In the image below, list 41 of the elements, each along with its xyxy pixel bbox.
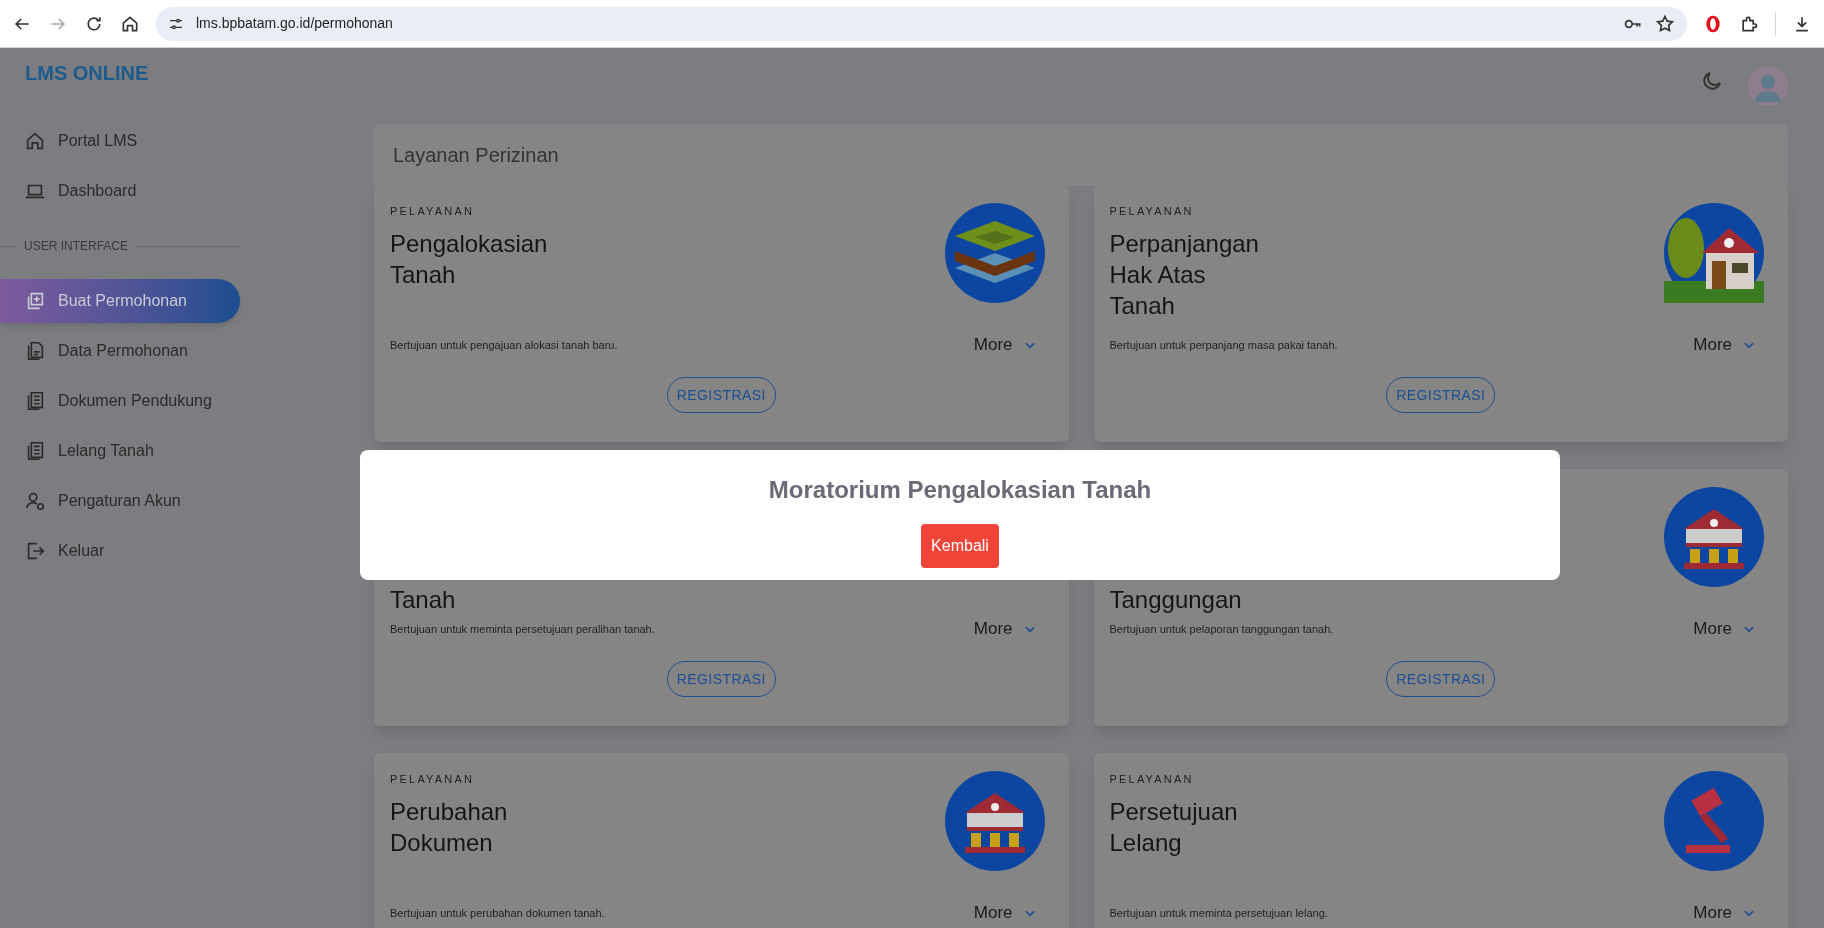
sidebar-item[interactable]: Data Permohonan — [0, 329, 240, 373]
sidebar-item[interactable]: Buat Permohonan — [0, 279, 240, 323]
back-button[interactable]: Kembali — [921, 524, 999, 568]
section-title: Layanan Perizinan — [393, 143, 559, 168]
address-bar[interactable]: lms.bpbatam.go.id/permohonan — [156, 6, 1687, 41]
card-description: Bertujuan untuk pengajuan alokasi tanah baru. — [390, 337, 618, 353]
card-description: Bertujuan untuk meminta persetujuan peralihan tanah. — [390, 621, 655, 637]
more-toggle[interactable]: More — [1693, 616, 1756, 642]
sidebar-item[interactable]: Lelang Tanah — [0, 429, 240, 473]
sidebar-item[interactable]: Pengaturan Akun — [0, 479, 240, 523]
url-text: lms.bpbatam.go.id/permohonan — [196, 14, 393, 33]
sidebar-item[interactable]: Keluar — [0, 529, 240, 573]
card-title: Perpanjangan Hak Atas Tanah — [1109, 228, 1259, 321]
sidebar-item[interactable]: Dokumen Pendukung — [0, 379, 240, 423]
star-icon[interactable] — [1655, 13, 1675, 34]
more-toggle[interactable]: More — [1693, 900, 1756, 926]
extension-icon[interactable] — [1703, 13, 1723, 34]
card-eyebrow: PELAYANAN — [1109, 772, 1195, 787]
card-eyebrow: PELAYANAN — [390, 772, 476, 787]
more-toggle[interactable]: More — [1693, 332, 1756, 358]
card-description: Bertujuan untuk perpanjang masa pakai tanah. — [1109, 337, 1338, 353]
modal-title: Moratorium Pengalokasian Tanah — [768, 475, 1152, 505]
card-title: Tanggungan — [1109, 585, 1242, 615]
card-description: Bertujuan untuk pelaporan tanggungan tanah. — [1109, 621, 1334, 637]
home-icon — [24, 130, 46, 152]
card-eyebrow: PELAYANAN — [1109, 204, 1195, 219]
card-title: Pengalokasian Tanah — [390, 228, 548, 290]
more-toggle[interactable]: More — [973, 616, 1037, 642]
sidebar-item[interactable]: Dashboard — [0, 169, 240, 213]
card-description: Bertujuan untuk meminta persetujuan lelang. — [1109, 905, 1328, 921]
moon-icon[interactable] — [1700, 69, 1724, 93]
card-eyebrow: PELAYANAN — [390, 204, 476, 219]
sidebar-item[interactable]: Portal LMS — [0, 119, 240, 163]
more-toggle[interactable]: More — [973, 900, 1037, 926]
section-label: USER INTERFACE — [24, 238, 128, 255]
card-title: Perubahan Dokumen — [390, 796, 508, 858]
user-settings-icon — [24, 490, 46, 512]
card-title: Tanah — [390, 585, 456, 615]
card-title: Persetujuan Lelang — [1109, 796, 1238, 858]
more-toggle[interactable]: More — [973, 332, 1037, 358]
card-description: Bertujuan untuk perubahan dokumen tanah. — [390, 905, 605, 921]
